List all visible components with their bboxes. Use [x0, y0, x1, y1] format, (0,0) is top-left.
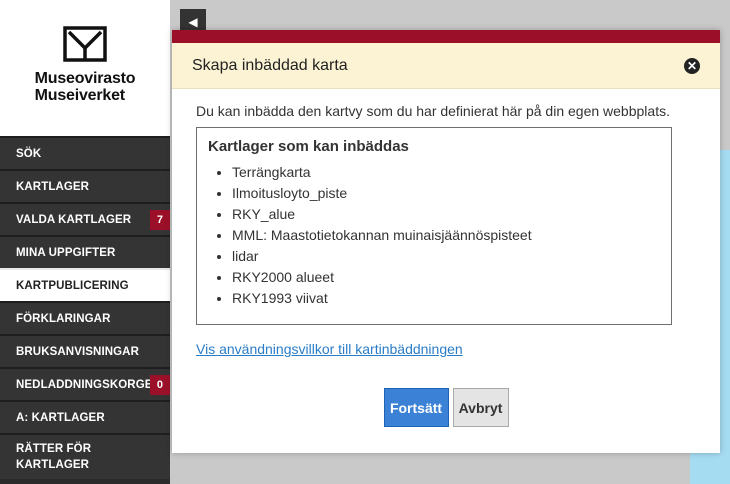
sidebar-item-label: KARTPUBLICERING	[16, 279, 129, 292]
dialog-accent-bar	[172, 30, 720, 43]
sidebar-item-kartlager[interactable]: KARTLAGER	[0, 169, 170, 202]
sidebar-item-label: RÄTTER FÖR KARTLAGER	[16, 441, 91, 473]
list-item: Ilmoitusloyto_piste	[232, 183, 660, 204]
count-badge: 0	[150, 375, 170, 395]
sidebar-item-label: NEDLADDNINGSKORGEN	[16, 378, 161, 391]
sidebar-item-sok[interactable]: SÖK	[0, 136, 170, 169]
sidebar-item-kartpublicering[interactable]: KARTPUBLICERING	[0, 268, 170, 301]
sidebar: Museovirasto Museiverket SÖK KARTLAGER V…	[0, 0, 170, 484]
dialog-title: Skapa inbäddad karta	[192, 56, 348, 74]
sidebar-item-label: A: KARTLAGER	[16, 411, 105, 424]
sidebar-item-ratter-for-kartlager[interactable]: RÄTTER FÖR KARTLAGER	[0, 433, 170, 479]
logo-line-2: Museiverket	[34, 87, 125, 104]
dialog-body: Du kan inbädda den kartvy som du har def…	[172, 89, 720, 359]
embed-map-dialog: Skapa inbäddad karta ✕ Du kan inbädda de…	[172, 30, 720, 453]
sidebar-item-mina-uppgifter[interactable]: MINA UPPGIFTER	[0, 235, 170, 268]
terms-of-use-link[interactable]: Vis användningsvillkor till kartinbäddni…	[196, 341, 463, 357]
sidebar-item-label: FÖRKLARINGAR	[16, 312, 111, 325]
list-item: RKY1993 viivat	[232, 288, 660, 309]
list-item: MML: Maastotietokannan muinaisjäännöspis…	[232, 225, 660, 246]
cancel-button[interactable]: Avbryt	[452, 388, 509, 427]
layer-list: Terrängkarta Ilmoitusloyto_piste RKY_alu…	[208, 162, 660, 309]
list-item: RKY2000 alueet	[232, 267, 660, 288]
sidebar-item-bruksanvisningar[interactable]: BRUKSANVISNINGAR	[0, 334, 170, 367]
logo-line-1: Museovirasto	[34, 70, 136, 87]
layers-box-title: Kartlager som kan inbäddas	[208, 138, 409, 155]
dialog-intro-text: Du kan inbädda den kartvy som du har def…	[196, 103, 670, 119]
close-icon[interactable]: ✕	[684, 57, 700, 74]
count-badge: 7	[150, 210, 170, 230]
sidebar-item-valda-kartlager[interactable]: VALDA KARTLAGER 7	[0, 202, 170, 235]
dialog-header: Skapa inbäddad karta ✕	[172, 43, 720, 89]
sidebar-item-label: SÖK	[16, 147, 42, 160]
sidebar-item-label: MINA UPPGIFTER	[16, 246, 116, 259]
sidebar-item-label: BRUKSANVISNINGAR	[16, 345, 139, 358]
sidebar-item-forklaringar[interactable]: FÖRKLARINGAR	[0, 301, 170, 334]
logo-text: Museovirasto Museiverket	[35, 70, 136, 104]
sidebar-item-a-kartlager[interactable]: A: KARTLAGER	[0, 400, 170, 433]
sidebar-item-label: KARTLAGER	[16, 180, 90, 193]
dialog-buttons: Fortsätt Avbryt	[172, 388, 720, 427]
list-item: RKY_alue	[232, 204, 660, 225]
book-logo-icon	[63, 26, 107, 62]
sidebar-item-label-line-1: RÄTTER FÖR	[16, 443, 92, 455]
sidebar-item-label-line-2: KARTLAGER	[16, 459, 90, 471]
logo[interactable]: Museovirasto Museiverket	[0, 0, 170, 136]
sidebar-item-nedladdningskorgen[interactable]: NEDLADDNINGSKORGEN 0	[0, 367, 170, 400]
sidebar-item-label: VALDA KARTLAGER	[16, 213, 132, 226]
embeddable-layers-box: Kartlager som kan inbäddas Terrängkarta …	[196, 127, 672, 325]
list-item: lidar	[232, 246, 660, 267]
sidebar-nav: SÖK KARTLAGER VALDA KARTLAGER 7 MINA UPPG…	[0, 136, 170, 479]
continue-button[interactable]: Fortsätt	[383, 388, 449, 427]
list-item: Terrängkarta	[232, 162, 660, 183]
